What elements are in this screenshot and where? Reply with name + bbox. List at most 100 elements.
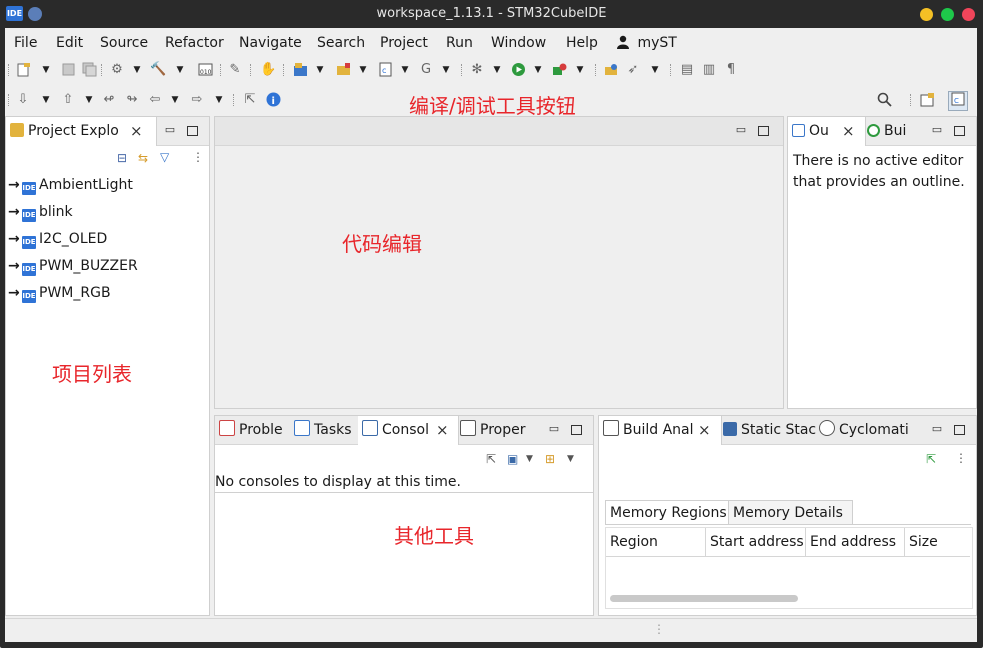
next-annotation-dropdown-icon[interactable]: ▼ <box>41 92 51 108</box>
menu-run[interactable]: Run <box>446 33 473 53</box>
maximize-button[interactable] <box>941 8 954 21</box>
external-tools-dropdown-icon[interactable]: ▼ <box>575 62 585 78</box>
info-icon[interactable]: i <box>265 92 281 108</box>
maximize-view-icon[interactable] <box>757 123 769 137</box>
minimize-view-icon[interactable]: ▭ <box>931 422 943 436</box>
tab-tasks[interactable]: Tasks <box>290 416 360 444</box>
run-icon[interactable] <box>510 62 526 78</box>
external-tools-icon[interactable] <box>551 62 567 78</box>
menu-navigate[interactable]: Navigate <box>239 33 302 53</box>
manage-configurations-icon[interactable]: ⚙ <box>109 62 125 78</box>
debug-bug-icon[interactable]: ✻ <box>469 62 485 78</box>
column-header-end-address[interactable]: End address <box>806 528 905 556</box>
forward-arrow-icon[interactable]: ⇨ <box>189 92 205 108</box>
build-hammer-icon[interactable]: 🔨 <box>150 62 166 78</box>
open-perspective-icon[interactable] <box>919 92 935 108</box>
build-dropdown-icon[interactable]: ▼ <box>175 62 185 78</box>
expand-arrow-icon[interactable]: → <box>8 282 22 304</box>
view-menu-icon[interactable]: ⋮ <box>192 150 204 164</box>
next-annotation-icon[interactable]: ⇩ <box>15 92 31 108</box>
maximize-view-icon[interactable] <box>570 422 582 436</box>
close-icon[interactable]: × <box>842 117 855 145</box>
minimize-view-icon[interactable]: ▭ <box>548 422 560 436</box>
new-class-dropdown-icon[interactable]: ▼ <box>441 62 451 78</box>
tab-problems[interactable]: Proble <box>215 416 292 444</box>
close-window-button[interactable] <box>962 8 975 21</box>
horizontal-scrollbar[interactable] <box>610 595 798 602</box>
save-all-icon[interactable] <box>81 62 97 78</box>
column-header-size[interactable]: Size <box>905 528 970 556</box>
minimize-view-icon[interactable]: ▭ <box>164 123 176 137</box>
close-icon[interactable]: × <box>436 416 449 444</box>
magnify-icon[interactable]: ✎ <box>227 62 243 78</box>
expand-arrow-icon[interactable]: → <box>8 201 22 223</box>
project-item[interactable]: → IDE PWM_RGB <box>8 282 111 304</box>
configurations-dropdown-icon[interactable]: ▼ <box>132 62 142 78</box>
toggle-word-wrap-icon[interactable]: ▤ <box>679 62 695 78</box>
tab-build-targets[interactable]: Bui <box>863 117 919 145</box>
minimize-button[interactable] <box>920 8 933 21</box>
minimize-view-icon[interactable]: ▭ <box>735 123 747 137</box>
new-project-icon[interactable] <box>292 62 308 78</box>
tab-memory-details[interactable]: Memory Details <box>728 500 853 525</box>
open-perspective-icon[interactable] <box>603 62 619 78</box>
expand-arrow-icon[interactable]: → <box>8 228 22 250</box>
display-console-icon[interactable]: ▣ <box>507 452 518 466</box>
toggle-block-selection-icon[interactable]: ▥ <box>701 62 717 78</box>
refresh-icon[interactable]: ⇱ <box>926 452 936 466</box>
open-console-dropdown-icon[interactable]: ▼ <box>567 452 574 466</box>
save-icon[interactable] <box>60 62 76 78</box>
pin-editor-icon[interactable]: ⇱ <box>242 92 258 108</box>
new-source-dropdown-icon[interactable]: ▼ <box>400 62 410 78</box>
view-menu-icon[interactable]: ⋮ <box>955 451 967 465</box>
pin-console-icon[interactable]: ⇱ <box>486 452 496 466</box>
show-whitespace-icon[interactable]: ¶ <box>723 62 739 78</box>
forward-dropdown-icon[interactable]: ▼ <box>214 92 224 108</box>
menu-search[interactable]: Search <box>317 33 365 53</box>
back-icon[interactable]: ↬ <box>124 92 140 108</box>
close-icon[interactable]: × <box>130 117 143 145</box>
expand-arrow-icon[interactable]: → <box>8 174 22 196</box>
expand-arrow-icon[interactable]: → <box>8 255 22 277</box>
collapse-all-icon[interactable]: ⊟ <box>117 151 127 165</box>
project-item[interactable]: → IDE I2C_OLED <box>8 228 107 250</box>
previous-annotation-icon[interactable]: ⇧ <box>60 92 76 108</box>
new-dropdown-icon[interactable]: ▼ <box>41 62 51 78</box>
menu-project[interactable]: Project <box>380 33 428 53</box>
tab-memory-regions[interactable]: Memory Regions <box>605 500 737 525</box>
new-source-icon[interactable]: c <box>377 62 393 78</box>
menu-source[interactable]: Source <box>100 33 148 53</box>
tab-properties[interactable]: Proper <box>456 416 540 444</box>
project-item[interactable]: → IDE blink <box>8 201 73 223</box>
menu-refactor[interactable]: Refactor <box>165 33 224 53</box>
new-file-icon[interactable] <box>15 62 31 78</box>
new-project-dropdown-icon[interactable]: ▼ <box>315 62 325 78</box>
minimize-view-icon[interactable]: ▭ <box>931 123 943 137</box>
maximize-view-icon[interactable] <box>953 123 965 137</box>
column-header-start-address[interactable]: Start address <box>706 528 806 556</box>
hand-icon[interactable]: ✋ <box>260 62 276 78</box>
menu-window[interactable]: Window <box>491 33 546 53</box>
back-arrow-icon[interactable]: ⇦ <box>147 92 163 108</box>
display-console-dropdown-icon[interactable]: ▼ <box>526 452 533 466</box>
search-icon[interactable] <box>876 92 892 108</box>
maximize-view-icon[interactable] <box>953 422 965 436</box>
editor-area[interactable]: ▭ <box>214 116 784 409</box>
new-class-icon[interactable]: G <box>418 62 434 78</box>
menu-file[interactable]: File <box>14 33 37 53</box>
filter-icon[interactable]: ▽ <box>160 150 169 164</box>
back-dropdown-icon[interactable]: ▼ <box>170 92 180 108</box>
last-edit-location-icon[interactable]: ↫ <box>101 92 117 108</box>
rocket-dropdown-icon[interactable]: ▼ <box>650 62 660 78</box>
close-icon[interactable]: × <box>698 416 711 444</box>
cpp-perspective-icon[interactable]: C <box>948 91 968 111</box>
project-item[interactable]: → IDE PWM_BUZZER <box>8 255 138 277</box>
rocket-icon[interactable]: ➶ <box>625 62 641 78</box>
open-console-icon[interactable]: ⊞ <box>545 452 555 466</box>
new-folder-icon[interactable] <box>335 62 351 78</box>
maximize-view-icon[interactable] <box>186 123 198 137</box>
debug-dropdown-icon[interactable]: ▼ <box>492 62 502 78</box>
tab-cyclomatic[interactable]: Cyclomati <box>815 416 914 444</box>
menu-help[interactable]: Help <box>566 33 598 53</box>
tab-static-stack[interactable]: Static Stac <box>719 416 818 444</box>
